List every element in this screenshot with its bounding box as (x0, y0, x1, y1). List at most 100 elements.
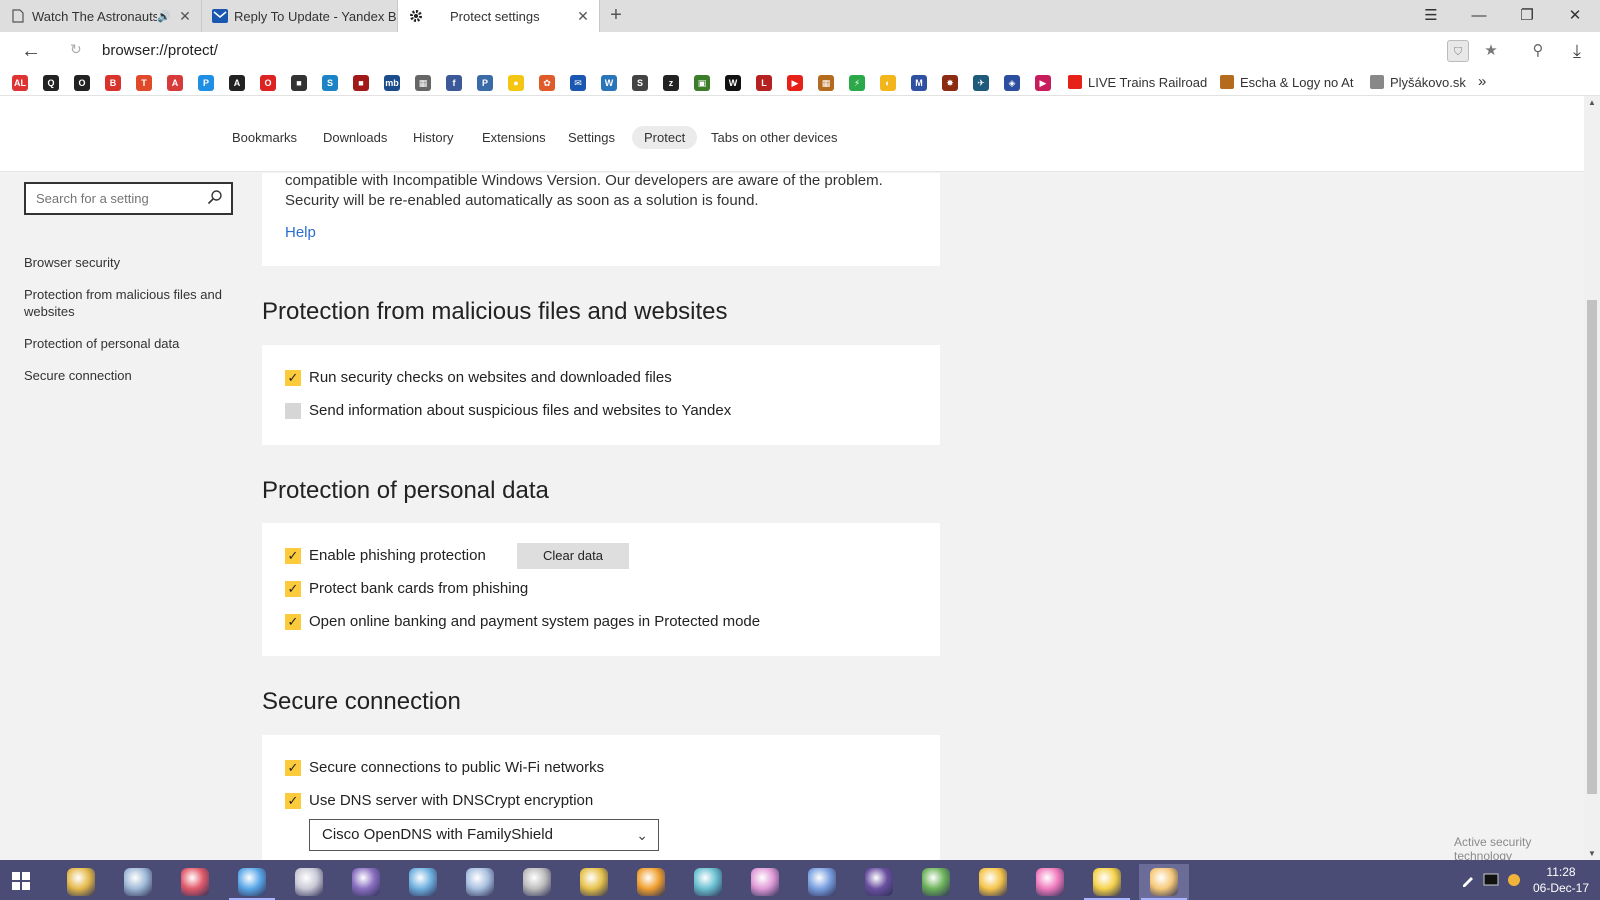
taskbar-app-button[interactable] (512, 864, 562, 900)
new-tab-button[interactable]: + (604, 4, 628, 28)
tab-protect-settings[interactable]: Protect settings ✕ (398, 0, 600, 32)
close-tab-icon[interactable]: ✕ (175, 8, 195, 25)
bookmark-icon[interactable]: ✿ (539, 75, 555, 91)
tab-astronauts[interactable]: Watch The Astronauts 🔊 ✕ (0, 0, 202, 32)
bookmark-icon[interactable]: ✈ (973, 75, 989, 91)
checkbox-checked-icon[interactable]: ✓ (285, 613, 301, 630)
nav-protect[interactable]: Protect (632, 126, 698, 149)
menu-icon[interactable]: ☰ (1408, 0, 1454, 32)
checkbox-row[interactable]: ✓ Run security checks on websites and do… (285, 369, 672, 386)
bookmark-link[interactable]: Plyšákovo.sk (1370, 75, 1466, 90)
taskbar-app-button[interactable] (683, 864, 733, 900)
bookmark-icon[interactable]: f (446, 75, 462, 91)
bookmark-icon[interactable]: W (601, 75, 617, 91)
pen-tray-icon[interactable] (1460, 872, 1476, 888)
taskbar-app-button[interactable] (626, 864, 676, 900)
taskbar-app-button[interactable] (1025, 864, 1075, 900)
checkbox-row[interactable]: Send information about suspicious files … (285, 402, 731, 419)
taskbar-app-button[interactable] (455, 864, 505, 900)
taskbar-app-button[interactable] (1139, 864, 1189, 900)
sidebar-link-personal-data[interactable]: Protection of personal data (24, 335, 234, 352)
bookmark-icon[interactable]: S (322, 75, 338, 91)
bookmark-icon[interactable]: ▦ (818, 75, 834, 91)
url-field[interactable]: browser://protect/ (102, 42, 218, 59)
bookmark-icon[interactable]: A (167, 75, 183, 91)
taskbar-app-button[interactable] (113, 864, 163, 900)
checkbox-checked-icon[interactable]: ✓ (285, 792, 301, 809)
bookmark-icon[interactable]: B (105, 75, 121, 91)
bookmark-icon[interactable]: ◈ (1004, 75, 1020, 91)
checkbox-checked-icon[interactable]: ✓ (285, 369, 301, 386)
checkbox-row[interactable]: ✓ Secure connections to public Wi-Fi net… (285, 759, 604, 776)
nav-downloads[interactable]: Downloads (311, 126, 399, 149)
scroll-thumb[interactable] (1587, 300, 1597, 794)
bookmark-icon[interactable]: T (136, 75, 152, 91)
back-arrow-icon[interactable]: ← (18, 38, 44, 64)
restore-button[interactable]: ❐ (1504, 0, 1550, 32)
taskbar-app-button[interactable] (170, 864, 220, 900)
nav-tabs-other-devices[interactable]: Tabs on other devices (699, 126, 849, 149)
minimize-button[interactable]: — (1456, 0, 1502, 32)
nav-extensions[interactable]: Extensions (470, 126, 558, 149)
bookmark-icon[interactable]: ▣ (694, 75, 710, 91)
speaker-icon[interactable]: 🔊 (157, 10, 171, 23)
bookmark-icon[interactable]: mb (384, 75, 400, 91)
nav-bookmarks[interactable]: Bookmarks (220, 126, 309, 149)
taskbar-app-button[interactable] (398, 864, 448, 900)
sidebar-link-malicious[interactable]: Protection from malicious files and webs… (24, 286, 234, 320)
bookmark-icon[interactable]: P (477, 75, 493, 91)
bookmark-icon[interactable]: ✸ (942, 75, 958, 91)
checkbox-row[interactable]: ✓ Use DNS server with DNSCrypt encryptio… (285, 792, 593, 809)
clock[interactable]: 11:28 06-Dec-17 (1526, 864, 1596, 896)
taskbar-app-button[interactable] (284, 864, 334, 900)
checkbox-row[interactable]: ✓ Open online banking and payment system… (285, 613, 760, 630)
download-icon[interactable]: ⤓ (1566, 40, 1588, 62)
bookmark-icon[interactable]: O (260, 75, 276, 91)
sidebar-link-browser-security[interactable]: Browser security (24, 254, 234, 271)
taskbar-app-button[interactable] (911, 864, 961, 900)
dns-server-select[interactable]: Cisco OpenDNS with FamilyShield ⌄ (309, 819, 659, 851)
help-link[interactable]: Help (285, 224, 316, 241)
bookmark-icon[interactable]: ● (508, 75, 524, 91)
bookmark-icon[interactable]: ■ (353, 75, 369, 91)
sidebar-link-secure-connection[interactable]: Secure connection (24, 367, 234, 384)
protect-shield-icon[interactable]: ⛉ (1447, 40, 1469, 62)
taskbar-app-button[interactable] (227, 864, 277, 900)
bookmark-icon[interactable]: ■ (291, 75, 307, 91)
bookmark-icon[interactable]: P (198, 75, 214, 91)
bookmark-icon[interactable]: ▶ (787, 75, 803, 91)
checkbox-row[interactable]: ✓ Enable phishing protection (285, 547, 486, 564)
taskbar-app-button[interactable] (797, 864, 847, 900)
checkbox-checked-icon[interactable]: ✓ (285, 580, 301, 597)
vertical-scrollbar[interactable]: ▲ ▼ (1584, 96, 1600, 860)
clear-data-button[interactable]: Clear data (517, 543, 629, 569)
bookmark-icon[interactable]: W (725, 75, 741, 91)
checkbox-checked-icon[interactable]: ✓ (285, 547, 301, 564)
checkbox-row[interactable]: ✓ Protect bank cards from phishing (285, 580, 528, 597)
nav-settings[interactable]: Settings (556, 126, 627, 149)
taskbar-app-button[interactable] (56, 864, 106, 900)
search-setting[interactable] (24, 182, 233, 215)
close-tab-icon[interactable]: ✕ (573, 8, 593, 25)
reload-icon[interactable]: ↻ (70, 41, 82, 58)
bookmark-icon[interactable]: ◐ (880, 75, 896, 91)
monitor-tray-icon[interactable] (1483, 872, 1499, 888)
search-input[interactable] (36, 191, 196, 206)
bookmark-icon[interactable]: A (229, 75, 245, 91)
lightbulb-icon[interactable]: ⚲ (1527, 40, 1549, 62)
bookmark-icon[interactable]: Q (43, 75, 59, 91)
scroll-down-icon[interactable]: ▼ (1584, 849, 1600, 858)
bookmark-icon[interactable]: O (74, 75, 90, 91)
taskbar-app-button[interactable] (740, 864, 790, 900)
more-bookmarks-icon[interactable]: » (1478, 73, 1486, 90)
taskbar-app-button[interactable] (968, 864, 1018, 900)
bookmark-link[interactable]: LIVE Trains Railroad (1068, 75, 1207, 90)
bookmark-icon[interactable]: ⚡ (849, 75, 865, 91)
star-icon[interactable]: ★ (1480, 40, 1502, 62)
bookmark-link[interactable]: Escha & Logy no At (1220, 75, 1353, 90)
checkbox-checked-icon[interactable]: ✓ (285, 759, 301, 776)
bookmark-icon[interactable]: z (663, 75, 679, 91)
bookmark-icon[interactable]: ▦ (415, 75, 431, 91)
bookmark-icon[interactable]: S (632, 75, 648, 91)
bookmark-icon[interactable]: L (756, 75, 772, 91)
